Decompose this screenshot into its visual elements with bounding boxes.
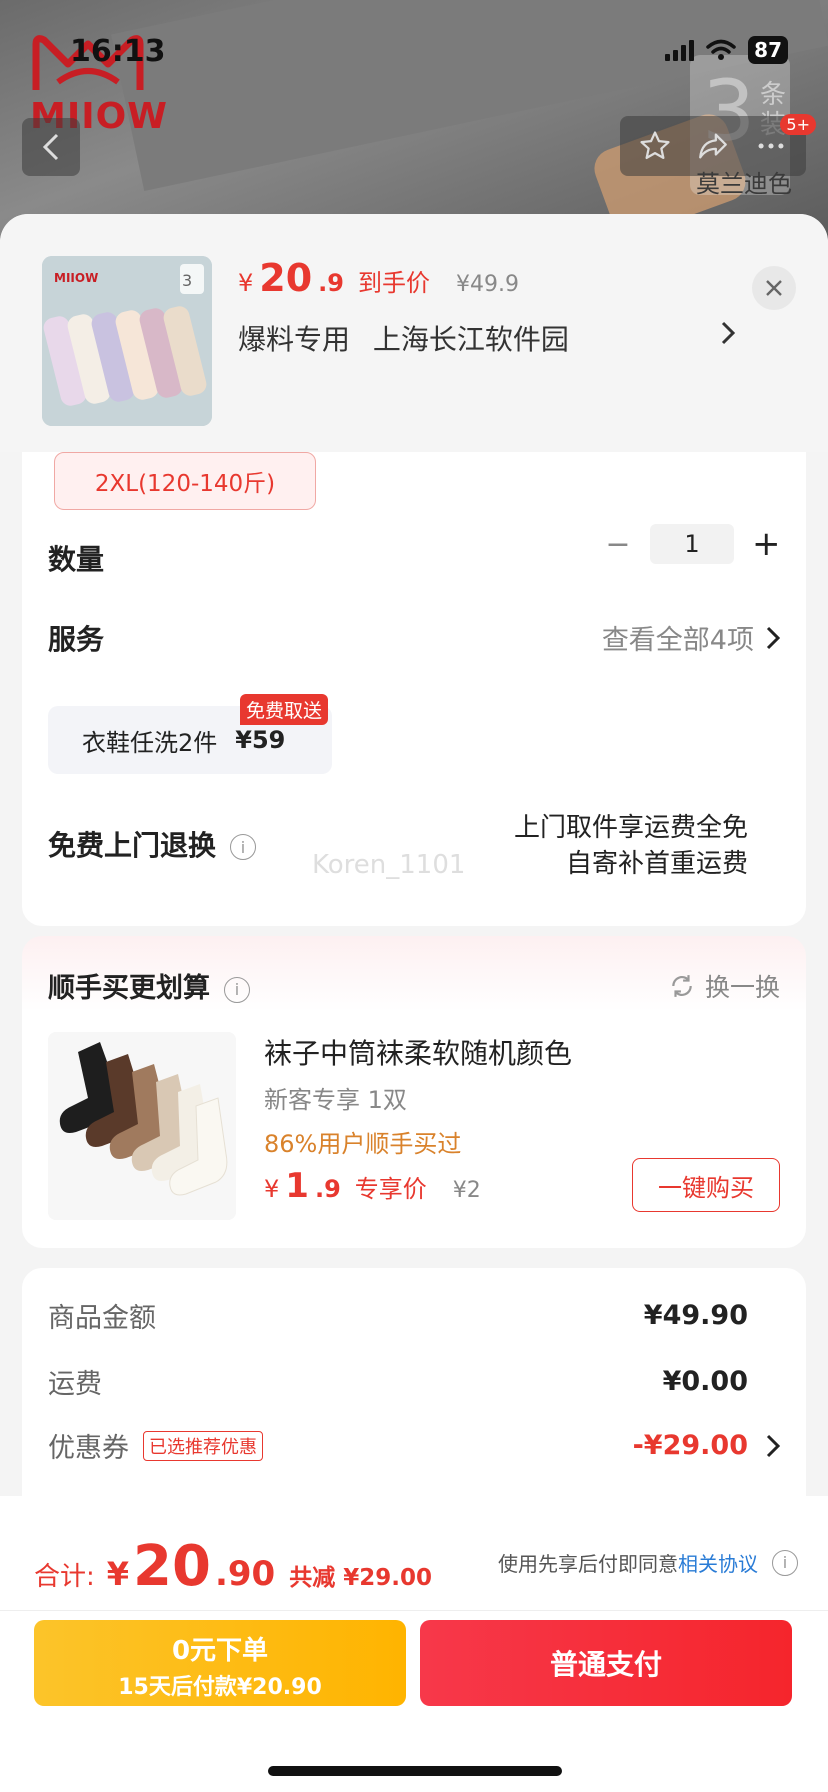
pay-later-button[interactable]: 0元下单 15天后付款¥20.90 bbox=[34, 1620, 406, 1706]
swap-button[interactable]: 换一换 bbox=[669, 968, 780, 1004]
addon-price-tag: 专享价 bbox=[354, 1175, 427, 1203]
return-policy-line1: 上门取件享运费全免 bbox=[513, 813, 748, 843]
coupon-value: -¥29.00 bbox=[632, 1430, 748, 1461]
total-label: 合计: bbox=[34, 1562, 95, 1592]
chevron-right-icon[interactable] bbox=[720, 320, 736, 346]
total-price: 合计: ¥20.90 共减 ¥29.00 bbox=[34, 1534, 432, 1599]
agreement-text: 使用先享后付即同意 相关协议 i bbox=[498, 1548, 798, 1577]
subtotal-label: 商品金额 bbox=[48, 1303, 156, 1334]
checkout-bar: 合计: ¥20.90 共减 ¥29.00 使用先享后付即同意 相关协议 i 0元下单… bbox=[0, 1496, 828, 1792]
shipping-label: 运费 bbox=[48, 1369, 102, 1400]
top-action-bar bbox=[620, 116, 806, 176]
agreement-prefix: 使用先享后付即同意 bbox=[498, 1552, 678, 1576]
info-icon[interactable]: i bbox=[230, 834, 257, 860]
total-integer: 20 bbox=[133, 1534, 211, 1599]
total-symbol: ¥ bbox=[106, 1555, 130, 1593]
svg-text:MIIOW: MIIOW bbox=[54, 271, 98, 285]
quantity-label: 数量 bbox=[48, 543, 105, 576]
addon-product-image[interactable] bbox=[48, 1032, 236, 1220]
return-policy-line2: 自寄补首重运费 bbox=[565, 849, 748, 879]
addon-title: 顺手买更划算 i bbox=[48, 966, 250, 1005]
options-card: 2XL(120-140斤) 数量 − 1 + 服务 查看全部4项 衣鞋任洗2件 … bbox=[22, 428, 806, 926]
close-button[interactable] bbox=[752, 266, 796, 310]
signal-icon bbox=[665, 39, 695, 61]
battery-indicator: 87 bbox=[748, 36, 788, 64]
free-return-label: 免费上门退换 i bbox=[48, 824, 257, 864]
more-icon[interactable] bbox=[754, 129, 788, 163]
addon-buyers-stat: 86%用户顺手买过 bbox=[264, 1130, 462, 1158]
total-decimal: .90 bbox=[214, 1554, 276, 1594]
watermark: Koren_1101 bbox=[312, 850, 466, 880]
address-text: 上海长江软件园 bbox=[372, 323, 569, 356]
addon-price-decimal: .9 bbox=[314, 1175, 341, 1203]
quantity-input[interactable]: 1 bbox=[650, 524, 734, 564]
refresh-icon bbox=[672, 975, 692, 997]
service-view-all[interactable]: 查看全部4项 bbox=[602, 618, 780, 657]
quantity-minus-button[interactable]: − bbox=[604, 527, 632, 562]
summary-row-shipping: 运费 ¥0.00 bbox=[48, 1362, 780, 1401]
quantity-plus-button[interactable]: + bbox=[752, 524, 781, 564]
pay-later-subtitle: 15天后付款¥20.90 bbox=[118, 1675, 322, 1700]
info-icon[interactable]: i bbox=[772, 1549, 798, 1576]
original-price: ¥49.9 bbox=[456, 272, 519, 297]
product-header: MIIOW 3 ¥20.9 到手价 ¥49.9 爆料专用 上海长江软件园 bbox=[0, 214, 828, 452]
summary-row-coupon[interactable]: 优惠券 已选推荐优惠 -¥29.00 bbox=[48, 1426, 780, 1465]
one-click-buy-button[interactable]: 一键购买 bbox=[632, 1158, 780, 1212]
status-time: 16:13 bbox=[70, 34, 166, 69]
delivery-address[interactable]: 爆料专用 上海长江软件园 bbox=[238, 318, 738, 358]
chevron-right-icon bbox=[766, 1434, 780, 1457]
order-summary-card: 商品金额 ¥49.90 运费 ¥0.00 优惠券 已选推荐优惠 -¥29.00 bbox=[22, 1268, 806, 1508]
addon-product-sub: 新客专享 1双 bbox=[264, 1086, 407, 1114]
chevron-right-icon bbox=[766, 626, 780, 649]
svg-text:3: 3 bbox=[182, 271, 192, 290]
total-saving: 共减 ¥29.00 bbox=[289, 1565, 432, 1591]
status-icons: 87 bbox=[665, 36, 788, 64]
home-indicator bbox=[268, 1766, 562, 1776]
pay-later-title: 0元下单 bbox=[171, 1636, 269, 1666]
addon-price-symbol: ¥ bbox=[264, 1175, 280, 1203]
free-pickup-tag: 免费取送 bbox=[240, 694, 329, 725]
normal-pay-button[interactable]: 普通支付 bbox=[420, 1620, 792, 1706]
service-view-all-text: 查看全部4项 bbox=[601, 625, 754, 656]
notification-badge: 5+ bbox=[780, 114, 816, 135]
service-chip-price: ¥59 bbox=[235, 726, 286, 754]
price-symbol: ¥ bbox=[238, 269, 254, 297]
return-policy: 上门取件享运费全免 自寄补首重运费 bbox=[514, 810, 748, 882]
agreement-link[interactable]: 相关协议 bbox=[678, 1548, 758, 1577]
addon-original-price: ¥2 bbox=[452, 1178, 481, 1203]
addon-product-name: 袜子中筒袜柔软随机颜色 bbox=[264, 1037, 573, 1070]
addon-card: 顺手买更划算 i 换一换 袜子中筒袜柔软随机颜色 新客专享 1双 86%用户顺手买… bbox=[22, 936, 806, 1248]
subtotal-value: ¥49.90 bbox=[643, 1300, 748, 1331]
star-icon[interactable] bbox=[638, 129, 672, 163]
addon-price-integer: 1 bbox=[285, 1166, 309, 1206]
price-decimal: .9 bbox=[318, 269, 344, 297]
size-option-selected[interactable]: 2XL(120-140斤) bbox=[54, 452, 316, 510]
quantity-stepper: − 1 + bbox=[604, 524, 781, 564]
product-price-line: ¥20.9 到手价 ¥49.9 bbox=[238, 256, 519, 300]
addon-title-text: 顺手买更划算 bbox=[48, 973, 210, 1004]
wifi-icon bbox=[706, 39, 736, 60]
address-tag: 爆料专用 bbox=[238, 323, 351, 356]
summary-row-subtotal: 商品金额 ¥49.90 bbox=[48, 1296, 780, 1335]
addon-price-line: ¥1.9 专享价 ¥2 bbox=[264, 1166, 481, 1206]
free-return-text: 免费上门退换 bbox=[48, 829, 217, 862]
price-tag: 到手价 bbox=[358, 269, 430, 297]
product-thumbnail: MIIOW 3 bbox=[42, 256, 212, 426]
service-chip-name: 衣鞋任洗2件 bbox=[82, 728, 218, 757]
swap-label: 换一换 bbox=[704, 973, 780, 1002]
coupon-tag: 已选推荐优惠 bbox=[143, 1430, 263, 1461]
price-integer: 20 bbox=[259, 256, 313, 300]
info-icon[interactable]: i bbox=[224, 976, 250, 1003]
shipping-value: ¥0.00 bbox=[662, 1366, 748, 1397]
close-icon bbox=[766, 280, 782, 296]
back-button[interactable] bbox=[22, 118, 80, 176]
coupon-label: 优惠券 bbox=[48, 1433, 129, 1464]
service-label: 服务 bbox=[48, 623, 105, 656]
chevron-left-icon bbox=[42, 133, 59, 161]
share-icon[interactable] bbox=[696, 129, 730, 163]
divider bbox=[0, 1610, 828, 1611]
